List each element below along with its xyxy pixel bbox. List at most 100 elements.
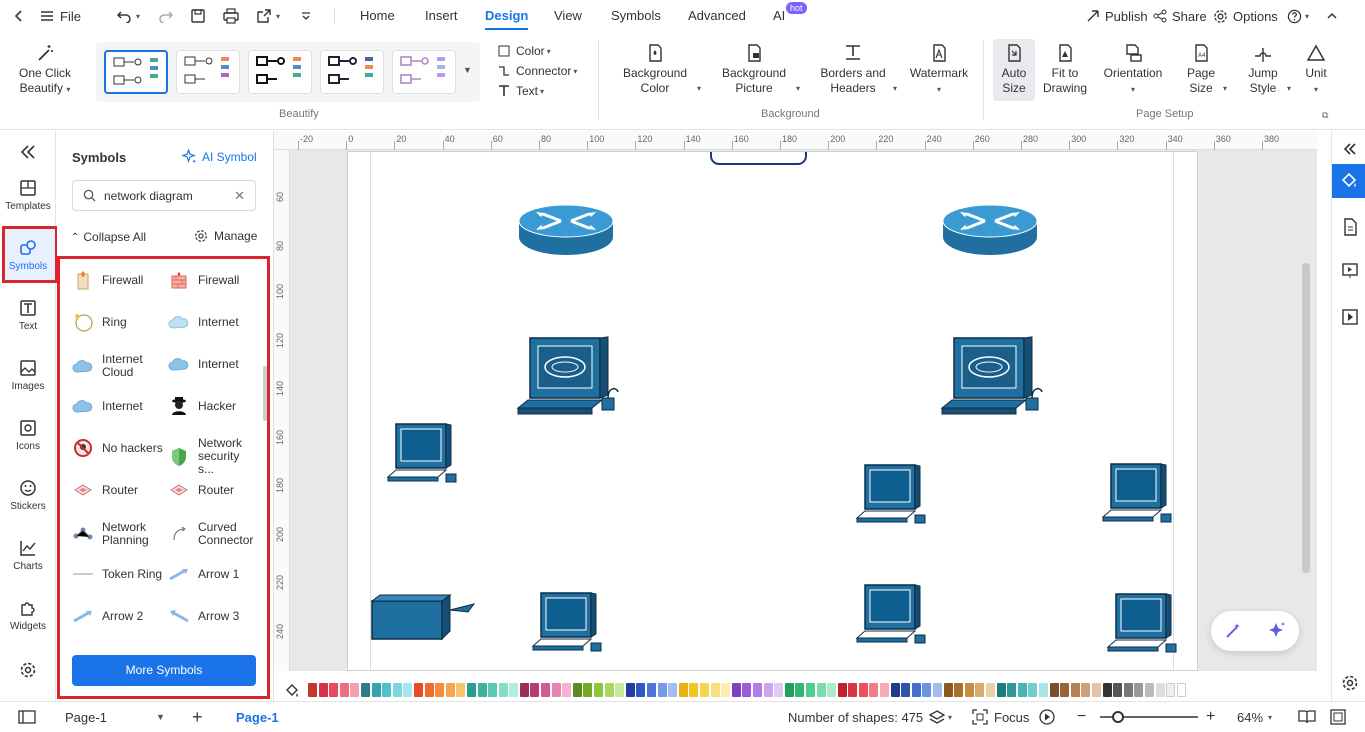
- rail-symbols[interactable]: Symbols: [0, 239, 56, 272]
- router-shape[interactable]: [517, 203, 615, 257]
- color-swatch[interactable]: [1155, 683, 1165, 697]
- symbol-item[interactable]: Network security s...: [168, 437, 264, 476]
- router-shape[interactable]: [941, 203, 1039, 257]
- rail-text[interactable]: Text: [0, 299, 56, 332]
- color-swatch[interactable]: [350, 683, 360, 697]
- color-swatch[interactable]: [413, 683, 423, 697]
- color-swatch[interactable]: [382, 683, 392, 697]
- page-size-button[interactable]: A4 Page Size: [1180, 44, 1222, 96]
- color-swatch[interactable]: [678, 683, 688, 697]
- undo-button[interactable]: ▾: [116, 0, 140, 32]
- rail-icons[interactable]: Icons: [0, 419, 56, 452]
- symbol-item[interactable]: Router: [168, 479, 234, 501]
- one-click-beautify-button[interactable]: One Click Beautify ▾: [10, 44, 80, 97]
- color-swatch[interactable]: [795, 683, 805, 697]
- color-swatch[interactable]: [1166, 683, 1176, 697]
- slideshow-panel-button[interactable]: [1341, 308, 1359, 329]
- symbol-item[interactable]: Hacker: [168, 395, 236, 417]
- tab-design[interactable]: Design: [485, 0, 529, 32]
- background-color-button[interactable]: Background Color: [615, 44, 695, 96]
- vertical-scrollbar[interactable]: [1302, 263, 1310, 573]
- color-swatch[interactable]: [1123, 683, 1133, 697]
- color-swatch[interactable]: [848, 683, 858, 697]
- color-swatch[interactable]: [1028, 683, 1038, 697]
- color-swatch[interactable]: [1070, 683, 1080, 697]
- ai-pen-icon[interactable]: [1223, 621, 1243, 641]
- color-swatch[interactable]: [1113, 683, 1123, 697]
- color-swatch[interactable]: [456, 683, 466, 697]
- color-swatch[interactable]: [710, 683, 720, 697]
- color-swatch[interactable]: [519, 683, 529, 697]
- quick-access-more[interactable]: [300, 0, 312, 32]
- tab-insert[interactable]: Insert: [425, 0, 458, 32]
- color-swatch[interactable]: [498, 683, 508, 697]
- color-swatch[interactable]: [668, 683, 678, 697]
- focus-button[interactable]: Focus: [972, 702, 1029, 732]
- color-swatch[interactable]: [901, 683, 911, 697]
- zoom-level[interactable]: 64% ▾: [1237, 702, 1272, 732]
- tab-home[interactable]: Home: [360, 0, 395, 32]
- color-swatch[interactable]: [1102, 683, 1112, 697]
- publish-button[interactable]: Publish: [1086, 0, 1148, 32]
- color-swatch[interactable]: [329, 683, 339, 697]
- save-button[interactable]: [190, 0, 206, 32]
- fit-to-drawing-button[interactable]: Fit to Drawing: [1040, 44, 1090, 96]
- pc-shape[interactable]: [387, 423, 457, 483]
- color-swatch[interactable]: [339, 683, 349, 697]
- color-swatch[interactable]: [657, 683, 667, 697]
- unit-button[interactable]: Unit ▾: [1298, 44, 1334, 97]
- page-layout-icon[interactable]: [18, 702, 36, 732]
- color-swatch[interactable]: [911, 683, 921, 697]
- pc-shape[interactable]: [1107, 593, 1177, 653]
- play-button[interactable]: [1039, 702, 1055, 732]
- rail-templates[interactable]: Templates: [0, 179, 56, 212]
- workstation-shape[interactable]: [517, 336, 619, 415]
- color-swatch[interactable]: [721, 683, 731, 697]
- color-swatch[interactable]: [922, 683, 932, 697]
- color-swatch[interactable]: [986, 683, 995, 697]
- color-swatch[interactable]: [731, 683, 741, 697]
- tab-symbols[interactable]: Symbols: [611, 0, 661, 32]
- color-swatch[interactable]: [1049, 683, 1059, 697]
- color-swatch[interactable]: [827, 683, 837, 697]
- color-swatch[interactable]: [890, 683, 900, 697]
- symbol-search[interactable]: network diagram ✕: [72, 180, 256, 211]
- symbol-item[interactable]: Arrow 1: [168, 563, 239, 585]
- symbol-item[interactable]: Curved Connector: [168, 521, 264, 547]
- color-swatch[interactable]: [1017, 683, 1027, 697]
- text-style-button[interactable]: Text ▾: [497, 84, 544, 98]
- symbol-item[interactable]: Internet: [72, 395, 143, 417]
- connector-shape[interactable]: [710, 152, 807, 165]
- background-picture-button[interactable]: Background Picture: [714, 44, 794, 96]
- color-swatch[interactable]: [869, 683, 879, 697]
- symbol-item[interactable]: Router: [72, 479, 138, 501]
- color-swatch[interactable]: [954, 683, 964, 697]
- color-swatch[interactable]: [445, 683, 455, 697]
- auto-size-button[interactable]: Auto Size: [993, 44, 1035, 96]
- color-swatch[interactable]: [636, 683, 646, 697]
- file-menu[interactable]: File: [40, 0, 81, 32]
- color-swatch[interactable]: [816, 683, 826, 697]
- tab-view[interactable]: View: [554, 0, 582, 32]
- pc-shape[interactable]: [1102, 463, 1172, 523]
- color-swatch[interactable]: [530, 683, 540, 697]
- page-select[interactable]: Page-1: [65, 702, 107, 732]
- page-setup-dialog-launcher[interactable]: ⧉: [1322, 110, 1328, 121]
- color-swatch[interactable]: [392, 683, 402, 697]
- color-swatch[interactable]: [1007, 683, 1017, 697]
- color-swatch[interactable]: [784, 683, 794, 697]
- redo-button[interactable]: [158, 0, 174, 32]
- color-swatch[interactable]: [975, 683, 985, 697]
- borders-headers-button[interactable]: Borders and Headers: [814, 44, 892, 96]
- add-page-button[interactable]: +: [192, 702, 203, 732]
- color-swatch[interactable]: [964, 683, 974, 697]
- workstation-shape[interactable]: [941, 336, 1043, 415]
- symbol-item[interactable]: Arrow 3: [168, 605, 239, 627]
- symbol-item[interactable]: No hackers: [72, 437, 163, 459]
- collapse-ribbon-button[interactable]: [1326, 0, 1338, 32]
- color-swatch[interactable]: [615, 683, 625, 697]
- fill-tool-icon[interactable]: [284, 683, 300, 702]
- symbol-item[interactable]: Arrow 2: [72, 605, 143, 627]
- tab-ai[interactable]: AI: [773, 0, 785, 32]
- beautify-style-5[interactable]: [392, 50, 456, 94]
